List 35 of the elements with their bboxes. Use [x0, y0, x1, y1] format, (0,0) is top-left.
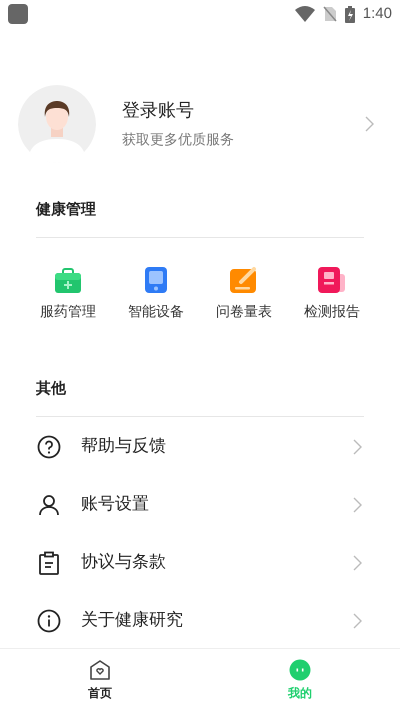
tablet-icon: [144, 266, 168, 294]
info-icon: [37, 609, 61, 633]
menu-item-label[interactable]: 协议与条款: [81, 550, 353, 576]
profile-row[interactable]: 登录账号 获取更多优质服务: [0, 84, 400, 164]
menu-item-label[interactable]: 关于健康研究: [81, 608, 353, 634]
feature-item[interactable]: 服药管理: [24, 266, 112, 323]
login-subtitle: 获取更多优质服务: [122, 131, 235, 150]
clipboard-icon: [38, 551, 60, 575]
wifi-icon: [294, 6, 315, 22]
face-icon: [289, 658, 311, 680]
battery-charging-icon: [344, 6, 355, 22]
report-icon: [317, 266, 347, 294]
app-notification-icon: [8, 4, 28, 24]
home-heart-icon: [89, 658, 111, 680]
user-icon: [38, 494, 60, 516]
login-title: 登录账号: [122, 99, 195, 123]
menu-item-label[interactable]: 帮助与反馈: [81, 434, 353, 460]
chevron-right-icon: [365, 116, 374, 132]
nav-tab[interactable]: 首页: [0, 649, 200, 711]
feature-item[interactable]: 问卷量表: [200, 266, 288, 323]
feature-item[interactable]: 检测报告: [288, 266, 376, 323]
chevron-right-icon: [353, 497, 362, 513]
chevron-right-icon: [353, 613, 362, 629]
note-pencil-icon: [229, 266, 259, 294]
status-time: 1:40: [362, 4, 392, 24]
medicine-kit-icon: [54, 268, 82, 294]
chevron-right-icon: [353, 439, 362, 455]
section-title: 健康管理: [36, 199, 96, 220]
chevron-right-icon: [353, 555, 362, 571]
menu-item-label[interactable]: 账号设置: [81, 492, 353, 518]
no-sim-icon: [322, 6, 337, 22]
question-icon: [37, 435, 61, 459]
section-title: 其他: [36, 378, 66, 400]
feature-item[interactable]: 智能设备: [112, 266, 200, 323]
avatar-icon: [18, 85, 96, 163]
